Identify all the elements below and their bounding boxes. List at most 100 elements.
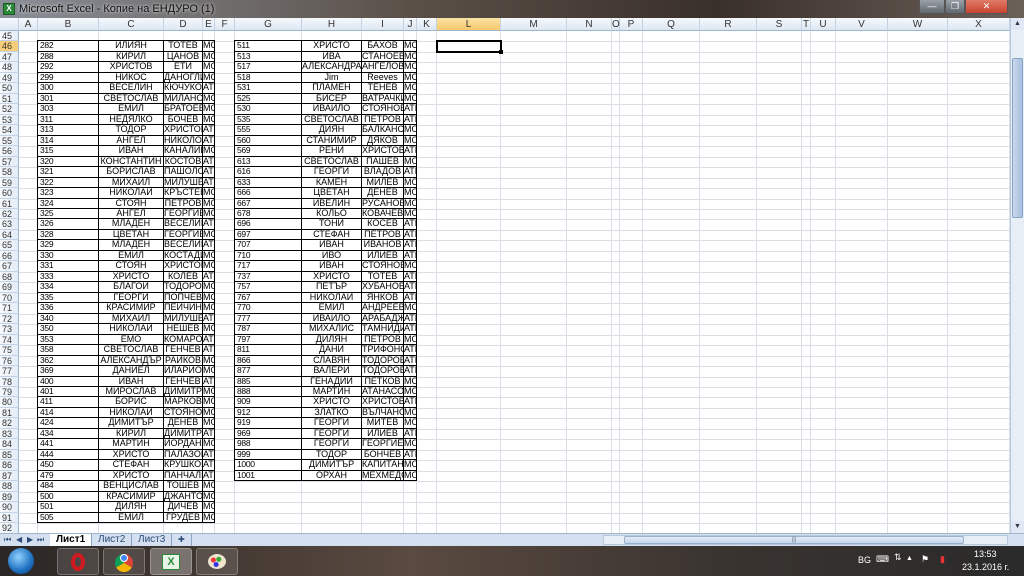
- row-header[interactable]: 72: [0, 313, 19, 325]
- column-header-f[interactable]: F: [215, 18, 235, 31]
- column-header-d[interactable]: D: [164, 18, 203, 31]
- category-cell[interactable]: МОТОРИ: [403, 469, 417, 482]
- row-header[interactable]: 70: [0, 292, 19, 304]
- row-header[interactable]: 51: [0, 93, 19, 105]
- power-icon[interactable]: ▮: [940, 554, 945, 565]
- prev-sheet-icon[interactable]: ◀: [16, 535, 22, 544]
- row-header[interactable]: 81: [0, 407, 19, 419]
- language-indicator[interactable]: BG: [858, 555, 871, 565]
- column-header-k[interactable]: K: [417, 18, 437, 31]
- category-cell[interactable]: МОТОРИ: [202, 511, 215, 524]
- horizontal-scroll-thumb[interactable]: |||: [624, 536, 964, 544]
- row-header[interactable]: 56: [0, 146, 19, 157]
- taskbar-chrome[interactable]: [103, 548, 145, 575]
- row-header[interactable]: 76: [0, 355, 19, 367]
- number-cell[interactable]: 505: [37, 511, 99, 524]
- last-name-cell[interactable]: МЕХМЕДОВ: [361, 469, 404, 482]
- row-header[interactable]: 86: [0, 460, 19, 471]
- column-header-o[interactable]: O: [612, 18, 620, 31]
- row-header[interactable]: 65: [0, 240, 19, 251]
- column-header-u[interactable]: U: [811, 18, 836, 31]
- row-header[interactable]: 53: [0, 114, 19, 126]
- column-header-j[interactable]: J: [404, 18, 417, 31]
- column-header-c[interactable]: C: [99, 18, 164, 31]
- row-header[interactable]: 68: [0, 271, 19, 283]
- restore-button[interactable]: ❐: [945, 0, 965, 14]
- selected-cell-l46[interactable]: [436, 40, 503, 55]
- row-header[interactable]: 64: [0, 229, 19, 241]
- action-center-flag-icon[interactable]: ⚑: [921, 554, 929, 565]
- row-header[interactable]: 48: [0, 62, 19, 73]
- sheet-tab-3[interactable]: Лист3: [132, 534, 173, 546]
- row-header[interactable]: 60: [0, 188, 19, 199]
- row-header[interactable]: 59: [0, 177, 19, 189]
- taskbar-paint[interactable]: [196, 548, 238, 575]
- row-header[interactable]: 88: [0, 481, 19, 492]
- column-header-r[interactable]: R: [700, 18, 757, 31]
- row-header[interactable]: 84: [0, 439, 19, 450]
- column-header-n[interactable]: N: [567, 18, 612, 31]
- row-header[interactable]: 47: [0, 51, 19, 63]
- first-name-cell[interactable]: ОРХАН: [301, 469, 362, 482]
- row-header[interactable]: 90: [0, 502, 19, 513]
- spreadsheet-grid[interactable]: A B C D E F G H I J K L M N O P Q R S T U V W X 45 46 47 48 49 50 51 52…: [0, 18, 1010, 533]
- column-header-l[interactable]: L: [437, 18, 501, 31]
- scroll-down-arrow-icon[interactable]: ▼: [1011, 521, 1024, 533]
- row-header[interactable]: 89: [0, 491, 19, 503]
- row-header[interactable]: 66: [0, 250, 19, 262]
- column-header-q[interactable]: Q: [643, 18, 700, 31]
- row-header[interactable]: 71: [0, 303, 19, 314]
- row-header[interactable]: 75: [0, 345, 19, 356]
- row-header[interactable]: 91: [0, 512, 19, 524]
- taskbar-excel[interactable]: X: [150, 548, 192, 575]
- column-header-w[interactable]: W: [888, 18, 948, 31]
- column-header-e[interactable]: E: [203, 18, 215, 31]
- keyboard-icon[interactable]: ⌨: [876, 554, 889, 565]
- row-header[interactable]: 92: [0, 523, 19, 533]
- column-header-a[interactable]: A: [19, 18, 38, 31]
- taskbar-opera[interactable]: [57, 548, 99, 575]
- row-header[interactable]: 73: [0, 324, 19, 335]
- row-header[interactable]: 67: [0, 261, 19, 272]
- scroll-up-arrow-icon[interactable]: ▲: [1011, 18, 1024, 30]
- close-button[interactable]: ✕: [965, 0, 1008, 14]
- horizontal-scrollbar[interactable]: |||: [603, 535, 1008, 545]
- column-header-m[interactable]: M: [501, 18, 567, 31]
- row-header[interactable]: 62: [0, 208, 19, 220]
- sheet-tab-1[interactable]: Лист1: [50, 534, 93, 546]
- row-header[interactable]: 79: [0, 386, 19, 398]
- column-header-s[interactable]: S: [757, 18, 802, 31]
- start-button[interactable]: [8, 548, 34, 574]
- column-header-v[interactable]: V: [836, 18, 888, 31]
- row-header[interactable]: 80: [0, 397, 19, 408]
- row-header[interactable]: 77: [0, 366, 19, 377]
- column-header-b[interactable]: B: [38, 18, 99, 31]
- insert-sheet-icon[interactable]: ✚: [172, 534, 192, 546]
- row-header[interactable]: 57: [0, 156, 19, 168]
- sheet-tab-2[interactable]: Лист2: [92, 534, 133, 546]
- first-name-cell[interactable]: ЕМИЛ: [98, 511, 164, 524]
- next-sheet-icon[interactable]: ▶: [27, 535, 33, 544]
- select-all-corner[interactable]: [0, 18, 19, 31]
- vertical-scroll-thumb[interactable]: [1012, 58, 1023, 218]
- column-header-i[interactable]: I: [362, 18, 404, 31]
- minimize-button[interactable]: —: [919, 0, 945, 14]
- row-header[interactable]: 45: [0, 31, 19, 42]
- column-header-h[interactable]: H: [302, 18, 362, 31]
- row-header[interactable]: 82: [0, 418, 19, 429]
- row-header[interactable]: 61: [0, 198, 19, 209]
- row-header[interactable]: 85: [0, 449, 19, 461]
- row-header[interactable]: 58: [0, 167, 19, 178]
- column-header-p[interactable]: P: [620, 18, 643, 31]
- first-sheet-icon[interactable]: ⏮: [4, 535, 11, 545]
- show-hidden-icons-icon[interactable]: ▲: [906, 555, 913, 562]
- row-header[interactable]: 83: [0, 428, 19, 440]
- row-header[interactable]: 46: [0, 41, 19, 52]
- row-header[interactable]: 63: [0, 219, 19, 230]
- column-header-x[interactable]: X: [948, 18, 1010, 31]
- row-header[interactable]: 69: [0, 282, 19, 293]
- column-header-t[interactable]: T: [802, 18, 811, 31]
- last-name-cell[interactable]: ГРУДЕВ: [163, 511, 203, 524]
- column-header-g[interactable]: G: [235, 18, 302, 31]
- row-header[interactable]: 78: [0, 376, 19, 387]
